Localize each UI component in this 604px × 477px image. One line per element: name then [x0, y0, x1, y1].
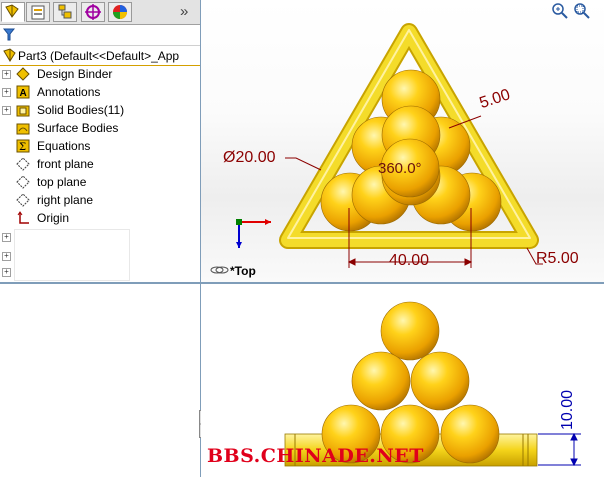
design-binder-icon — [16, 67, 30, 81]
filter-icon[interactable] — [3, 28, 15, 41]
tree-item-label: top plane — [37, 175, 87, 189]
filter-bar[interactable] — [0, 25, 200, 46]
watermark-text: BBS.CHINADE.NET — [207, 445, 424, 467]
tree-item-annotations[interactable]: + A Annotations — [0, 83, 200, 101]
tree-item-equations[interactable]: Σ Equations — [0, 137, 200, 155]
manager-tabs: » — [0, 0, 200, 25]
lower-left-panel — [0, 283, 201, 477]
expand-tabs-button[interactable]: » — [180, 3, 188, 20]
annotations-icon: A — [16, 85, 30, 99]
part-name: Part3 (Default<<Default>_App — [18, 49, 180, 63]
feature-tree-icon — [5, 4, 19, 18]
tree-item-label: Annotations — [37, 85, 101, 99]
expand-toggle[interactable]: + — [2, 252, 11, 261]
equations-icon: Σ — [16, 139, 30, 153]
property-manager-tab[interactable] — [26, 2, 50, 22]
tree-item-solid-bodies[interactable]: + Solid Bodies(11) — [0, 101, 200, 119]
expand-toggle[interactable]: + — [2, 70, 11, 79]
height-dimension[interactable]: 10.00 — [559, 390, 577, 430]
plane-icon — [16, 157, 30, 171]
dimxpert-icon — [85, 4, 101, 20]
tree-item-surface-bodies[interactable]: Surface Bodies — [0, 119, 200, 137]
diameter-dimension[interactable]: Ø20.00 — [223, 149, 275, 167]
display-manager-tab[interactable] — [108, 2, 132, 22]
top-view-drawing — [210, 23, 543, 274]
feature-manager-panel: » Part3 (Default<<Default>_App + Design … — [0, 0, 201, 282]
expand-toggle[interactable]: + — [2, 268, 11, 277]
view-name-label: *Top — [230, 264, 256, 278]
tree-root-part[interactable]: Part3 (Default<<Default>_App — [0, 47, 200, 66]
balls-front — [321, 301, 500, 464]
configuration-manager-tab[interactable] — [53, 2, 77, 22]
feature-manager-tab[interactable] — [1, 2, 25, 22]
property-manager-icon — [31, 5, 45, 20]
solid-bodies-icon — [16, 105, 30, 117]
tree-item-label: Solid Bodies(11) — [37, 103, 125, 117]
expand-toggle[interactable]: + — [2, 233, 11, 242]
tree-item-label: Design Binder — [37, 67, 113, 81]
svg-text:Σ: Σ — [19, 142, 26, 153]
expand-toggle[interactable]: + — [2, 106, 11, 115]
view-triad — [236, 219, 271, 248]
radius-dimension[interactable]: R5.00 — [536, 250, 579, 268]
tree-item-top-plane[interactable]: top plane — [0, 173, 200, 191]
tree-item-label: front plane — [37, 157, 94, 171]
surface-bodies-icon — [16, 123, 30, 135]
tree-item-front-plane[interactable]: front plane — [0, 155, 200, 173]
tree-item-design-binder[interactable]: + Design Binder — [0, 65, 200, 83]
tree-item-label: Origin — [37, 211, 70, 225]
tree-item-label: right plane — [37, 193, 94, 207]
height-dimension-lines — [538, 432, 581, 467]
view-orientation-icon — [210, 266, 229, 274]
tree-item-origin[interactable]: Origin — [0, 209, 200, 227]
blank-region — [14, 229, 130, 281]
dimxpert-manager-tab[interactable] — [81, 2, 105, 22]
origin-icon — [17, 211, 29, 224]
angle-dimension[interactable]: 360.0° — [378, 160, 422, 177]
tree-item-label: Surface Bodies — [37, 121, 119, 135]
tree-item-label: Equations — [37, 139, 91, 153]
plane-icon — [16, 193, 30, 207]
expand-toggle[interactable]: + — [2, 88, 11, 97]
configuration-manager-icon — [58, 4, 72, 19]
plane-icon — [16, 175, 30, 189]
top-viewport[interactable]: Ø20.00 5.00 360.0° 40.00 R5.00 *Top — [201, 0, 604, 282]
part-icon — [3, 48, 16, 62]
display-manager-icon — [113, 5, 127, 19]
svg-text:A: A — [20, 88, 27, 99]
tree-item-right-plane[interactable]: right plane — [0, 191, 200, 209]
length-dimension[interactable]: 40.00 — [389, 252, 429, 270]
